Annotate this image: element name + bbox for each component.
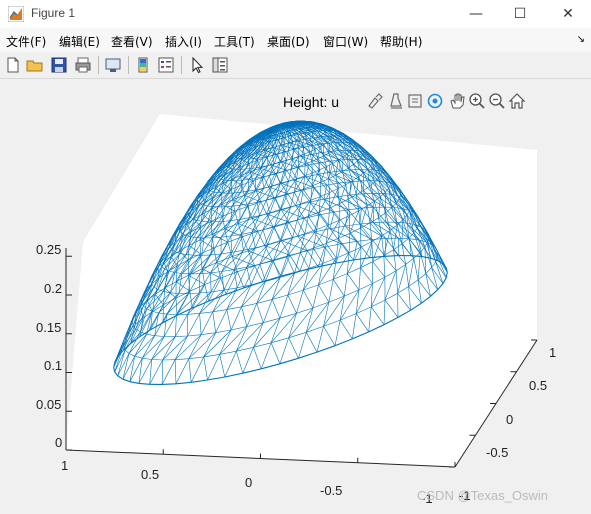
menu-view[interactable]: 查看(V) bbox=[111, 33, 153, 50]
legend-icon[interactable] bbox=[157, 56, 175, 74]
export-icon[interactable] bbox=[406, 92, 424, 110]
toolbar-separator bbox=[128, 56, 129, 74]
print-icon[interactable] bbox=[74, 56, 92, 74]
menu-window[interactable]: 窗口(W) bbox=[323, 33, 368, 50]
minimize-button[interactable]: — bbox=[453, 0, 499, 28]
zoom-in-icon[interactable] bbox=[468, 92, 486, 110]
menu-bar: 文件(F) 编辑(E) 查看(V) 插入(I) 工具(T) 桌面(D) 窗口(W… bbox=[0, 28, 591, 52]
menu-file[interactable]: 文件(F) bbox=[6, 33, 46, 50]
save-icon[interactable] bbox=[50, 56, 68, 74]
figure-toolbar bbox=[0, 52, 591, 79]
z-tick-label: 0.2 bbox=[44, 281, 63, 296]
toolbar-separator bbox=[181, 56, 182, 74]
matlab-icon bbox=[8, 6, 24, 22]
rotate-3d-icon[interactable] bbox=[426, 92, 444, 110]
z-tick-label: 0.25 bbox=[36, 242, 62, 257]
y-tick-label: -0.5 bbox=[486, 445, 509, 460]
pointer-icon[interactable] bbox=[188, 56, 206, 74]
menu-tools[interactable]: 工具(T) bbox=[214, 33, 255, 50]
axes-title: Height: u bbox=[283, 94, 340, 110]
menu-help[interactable]: 帮助(H) bbox=[380, 33, 422, 50]
maximize-button[interactable]: ☐ bbox=[497, 0, 543, 28]
title-bar: Figure 1 — ☐ ✕ bbox=[0, 0, 591, 28]
menu-edit[interactable]: 编辑(E) bbox=[59, 33, 100, 50]
maximize-icon: ☐ bbox=[513, 6, 527, 22]
close-button[interactable]: ✕ bbox=[545, 0, 591, 28]
y-tick-label: 0 bbox=[506, 412, 514, 427]
z-tick-label: 0.1 bbox=[44, 358, 63, 373]
x-tick-label: -0.5 bbox=[320, 483, 343, 498]
home-icon[interactable] bbox=[508, 92, 526, 110]
data-tips-icon[interactable] bbox=[388, 92, 406, 110]
link-plot-icon[interactable] bbox=[104, 56, 122, 74]
mesh-edge bbox=[162, 383, 177, 385]
new-file-icon[interactable] bbox=[4, 56, 22, 74]
z-tick-label: 0.05 bbox=[36, 397, 62, 412]
property-inspector-icon[interactable] bbox=[211, 56, 229, 74]
minimize-icon: — bbox=[469, 6, 483, 22]
colorbar-icon[interactable] bbox=[134, 56, 152, 74]
watermark: CSDN @Texas_Oswin bbox=[417, 488, 548, 503]
toolbar-separator bbox=[98, 56, 99, 74]
y-tick-label: 1 bbox=[549, 345, 557, 360]
pan-icon[interactable] bbox=[448, 92, 466, 110]
menu-insert[interactable]: 插入(I) bbox=[165, 33, 202, 50]
dock-arrow-icon[interactable]: ↘ bbox=[577, 34, 585, 45]
zoom-out-icon[interactable] bbox=[488, 92, 506, 110]
x-tick-label: 0.5 bbox=[141, 467, 160, 482]
x-tick-label: 0 bbox=[245, 475, 253, 490]
open-folder-icon[interactable] bbox=[26, 56, 44, 74]
x-tick-label: 1 bbox=[61, 458, 69, 473]
z-tick-label: 0.15 bbox=[36, 320, 62, 335]
brush-icon[interactable] bbox=[366, 92, 384, 110]
mesh-edge bbox=[384, 255, 399, 257]
close-icon: ✕ bbox=[562, 6, 574, 22]
window-title: Figure 1 bbox=[31, 6, 76, 20]
z-tick-label: 0 bbox=[55, 435, 63, 450]
y-tick-label: 0.5 bbox=[529, 378, 548, 393]
menu-desktop[interactable]: 桌面(D) bbox=[267, 33, 310, 50]
